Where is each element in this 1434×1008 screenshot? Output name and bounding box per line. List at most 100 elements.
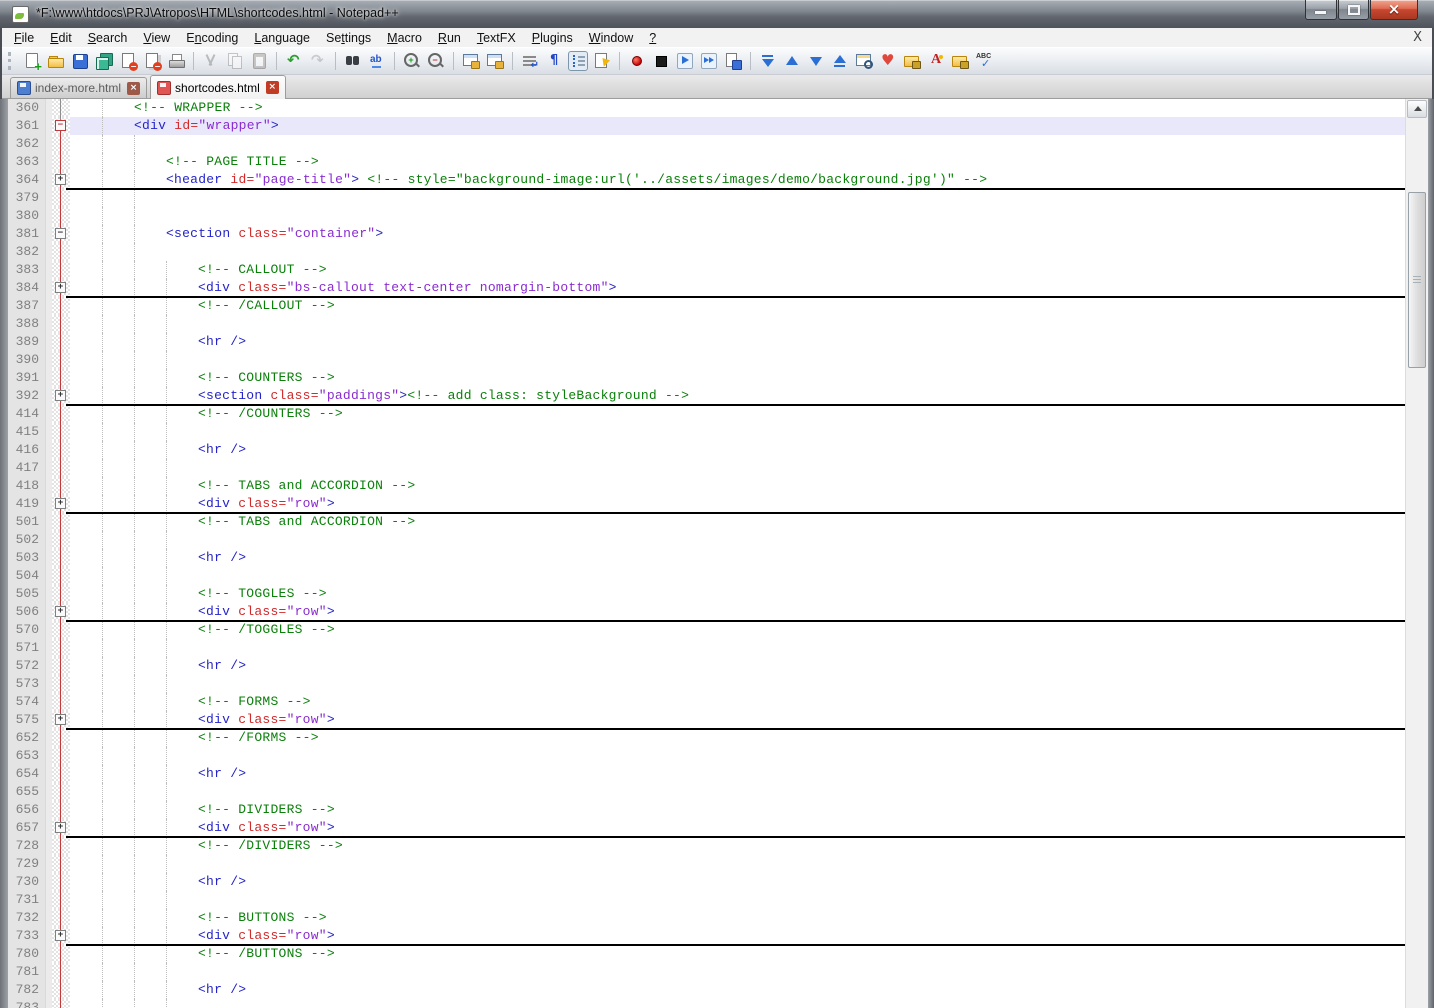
- line-text[interactable]: <hr />: [70, 765, 1405, 783]
- menu-window[interactable]: Window: [581, 30, 641, 46]
- fold-margin[interactable]: [52, 441, 70, 459]
- line-text[interactable]: <!-- TABS and ACCORDION -->: [70, 477, 1405, 495]
- fold-expand-icon[interactable]: +: [55, 390, 66, 401]
- toolbar-gripper[interactable]: [8, 52, 14, 70]
- fold-margin[interactable]: [52, 837, 70, 855]
- minimize-button[interactable]: [1305, 0, 1337, 20]
- code-line-361[interactable]: 361− <div id="wrapper">: [8, 117, 1405, 135]
- line-text[interactable]: <div id="wrapper">: [70, 117, 1405, 135]
- fold-margin[interactable]: [52, 855, 70, 873]
- menu-view[interactable]: View: [135, 30, 178, 46]
- code-line-729[interactable]: 729: [8, 855, 1405, 873]
- line-text[interactable]: [70, 135, 1405, 153]
- tab-close-icon[interactable]: ×: [265, 81, 279, 94]
- line-text[interactable]: [70, 855, 1405, 873]
- fold-margin[interactable]: [52, 243, 70, 261]
- menu-textfx[interactable]: TextFX: [469, 30, 524, 46]
- fold-expand-icon[interactable]: +: [55, 174, 66, 185]
- line-text[interactable]: [70, 243, 1405, 261]
- line-text[interactable]: [70, 567, 1405, 585]
- fold-margin[interactable]: [52, 531, 70, 549]
- menu-run[interactable]: Run: [430, 30, 469, 46]
- tab-index-more.html[interactable]: index-more.html ×: [10, 77, 148, 98]
- line-text[interactable]: <!-- /DIVIDERS -->: [70, 837, 1405, 855]
- fold-margin[interactable]: +: [52, 171, 70, 189]
- fold-margin[interactable]: [52, 153, 70, 171]
- menu-help[interactable]: ?: [641, 30, 664, 46]
- save-all-icon[interactable]: [95, 52, 113, 70]
- line-text[interactable]: <!-- /TOGGLES -->: [70, 621, 1405, 639]
- code-line-389[interactable]: 389 <hr />: [8, 333, 1405, 351]
- fold-margin[interactable]: [52, 747, 70, 765]
- tab-close-icon[interactable]: ×: [127, 81, 141, 95]
- line-text[interactable]: <!-- BUTTONS -->: [70, 909, 1405, 927]
- line-text[interactable]: <!-- FORMS -->: [70, 693, 1405, 711]
- code-line-380[interactable]: 380: [8, 207, 1405, 225]
- line-text[interactable]: [70, 315, 1405, 333]
- line-text[interactable]: [70, 747, 1405, 765]
- find-icon[interactable]: [344, 52, 362, 70]
- redo-icon[interactable]: [309, 52, 327, 70]
- code-line-392[interactable]: 392 + <section class="paddings"><!-- add c…: [8, 387, 1405, 406]
- favorites-icon[interactable]: [879, 52, 897, 70]
- code-line-504[interactable]: 504: [8, 567, 1405, 585]
- fold-margin[interactable]: [52, 261, 70, 279]
- line-text[interactable]: <div class="row">: [70, 819, 1405, 837]
- code-line-655[interactable]: 655: [8, 783, 1405, 801]
- fold-margin[interactable]: [52, 693, 70, 711]
- code-line-418[interactable]: 418 <!-- TABS and ACCORDION -->: [8, 477, 1405, 495]
- code-line-503[interactable]: 503 <hr />: [8, 549, 1405, 567]
- fold-expand-icon[interactable]: +: [55, 714, 66, 725]
- line-text[interactable]: <header id="page-title"> <!-- style="bac…: [70, 171, 1405, 189]
- fold-expand-icon[interactable]: +: [55, 498, 66, 509]
- code-line-574[interactable]: 574 <!-- FORMS -->: [8, 693, 1405, 711]
- fold-margin[interactable]: +: [52, 603, 70, 621]
- maximize-button[interactable]: [1338, 0, 1369, 20]
- fold-margin[interactable]: [52, 945, 70, 963]
- code-line-506[interactable]: 506 + <div class="row">: [8, 603, 1405, 622]
- fold-margin[interactable]: +: [52, 279, 70, 297]
- close-icon[interactable]: [119, 52, 138, 71]
- code-line-653[interactable]: 653: [8, 747, 1405, 765]
- fold-margin[interactable]: [52, 369, 70, 387]
- code-line-780[interactable]: 780 <!-- /BUTTONS -->: [8, 945, 1405, 963]
- line-text[interactable]: <hr />: [70, 657, 1405, 675]
- menu-settings[interactable]: Settings: [318, 30, 379, 46]
- code-area[interactable]: 360 <!-- WRAPPER --> 361− <div id="wrapper"…: [8, 99, 1405, 1008]
- code-line-572[interactable]: 572 <hr />: [8, 657, 1405, 675]
- fold-expand-icon[interactable]: +: [55, 930, 66, 941]
- code-line-733[interactable]: 733 + <div class="row">: [8, 927, 1405, 946]
- nav-down-icon[interactable]: [807, 52, 825, 70]
- code-line-388[interactable]: 388: [8, 315, 1405, 333]
- zoom-out-icon[interactable]: [427, 52, 445, 70]
- fold-margin[interactable]: +: [52, 819, 70, 837]
- code-line-570[interactable]: 570 <!-- /TOGGLES -->: [8, 621, 1405, 639]
- new-file-icon[interactable]: [23, 52, 42, 73]
- code-line-728[interactable]: 728 <!-- /DIVIDERS -->: [8, 837, 1405, 855]
- code-line-415[interactable]: 415: [8, 423, 1405, 441]
- fold-margin[interactable]: [52, 621, 70, 639]
- fold-margin[interactable]: [52, 585, 70, 603]
- line-text[interactable]: [70, 531, 1405, 549]
- spell-check-icon[interactable]: [975, 52, 993, 70]
- line-text[interactable]: [70, 963, 1405, 981]
- code-line-419[interactable]: 419 + <div class="row">: [8, 495, 1405, 514]
- zoom-in-icon[interactable]: [403, 52, 421, 70]
- line-text[interactable]: <hr />: [70, 441, 1405, 459]
- fold-margin[interactable]: [52, 567, 70, 585]
- close-all-icon[interactable]: [143, 52, 162, 71]
- fold-margin[interactable]: [52, 639, 70, 657]
- fold-margin[interactable]: [52, 999, 70, 1008]
- title-bar[interactable]: *F:\www\htdocs\PRJ\Atropos\HTML\shortcod…: [0, 0, 1434, 28]
- menu-language[interactable]: Language: [246, 30, 318, 46]
- line-text[interactable]: <!-- TOGGLES -->: [70, 585, 1405, 603]
- code-line-502[interactable]: 502: [8, 531, 1405, 549]
- fold-margin[interactable]: +: [52, 387, 70, 405]
- show-all-characters-icon[interactable]: [545, 52, 563, 70]
- fold-margin[interactable]: [52, 909, 70, 927]
- code-line-573[interactable]: 573: [8, 675, 1405, 693]
- code-line-656[interactable]: 656 <!-- DIVIDERS -->: [8, 801, 1405, 819]
- line-text[interactable]: <div class="row">: [70, 927, 1405, 945]
- nav-up-icon[interactable]: [783, 52, 801, 70]
- menu-encoding[interactable]: Encoding: [178, 30, 246, 46]
